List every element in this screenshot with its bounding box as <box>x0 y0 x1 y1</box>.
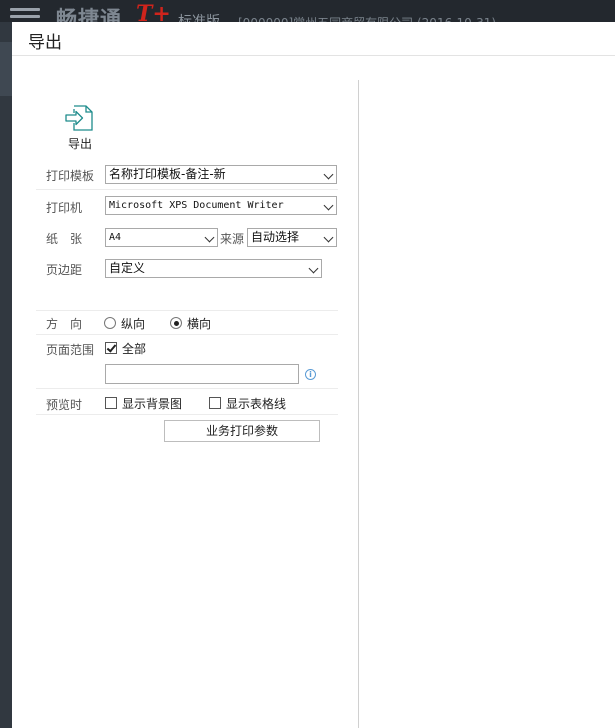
app-title: 畅捷通 <box>56 7 122 22</box>
chevron-down-icon <box>204 232 215 243</box>
preview-label: 预览时 <box>46 398 83 412</box>
orientation-portrait-radio[interactable] <box>104 317 116 329</box>
dialog-header: 导出 <box>12 22 615 56</box>
page-range-label: 页面范围 <box>46 343 95 357</box>
app-logo: T+ <box>136 1 171 22</box>
dialog-title: 导出 <box>28 33 62 53</box>
show-background-label[interactable]: 显示背景图 <box>122 395 182 412</box>
print-preview-area <box>360 80 615 728</box>
background-sidebar <box>0 22 12 728</box>
margin-select[interactable]: 自定义 <box>105 259 322 278</box>
page-range-input[interactable] <box>105 364 299 384</box>
row-divider <box>36 334 338 335</box>
source-label: 来源 <box>220 232 245 246</box>
source-select[interactable]: 自动选择 <box>247 228 337 247</box>
panel-divider <box>358 80 359 728</box>
printer-select-value: Microsoft XPS Document Writer <box>109 200 284 211</box>
row-divider <box>36 388 338 389</box>
printer-select[interactable]: Microsoft XPS Document Writer <box>105 196 337 215</box>
paper-label: 纸 张 <box>46 232 83 246</box>
company-info: [000000]常州五同商贸有限公司 (2016-10-31) <box>238 14 496 22</box>
printer-label: 打印机 <box>46 201 83 215</box>
menu-icon[interactable] <box>10 8 40 22</box>
show-grid-checkbox[interactable] <box>209 397 221 409</box>
app-edition: 标准版 <box>178 14 220 22</box>
margin-select-value: 自定义 <box>109 261 146 275</box>
export-icon <box>65 105 93 131</box>
export-button-label: 导出 <box>67 137 92 151</box>
orientation-landscape-label[interactable]: 横向 <box>187 315 211 332</box>
row-divider <box>36 310 338 311</box>
paper-select[interactable]: A4 <box>105 228 218 247</box>
template-label: 打印模板 <box>46 169 95 183</box>
chevron-down-icon <box>323 169 334 180</box>
chevron-down-icon <box>308 263 319 274</box>
export-button[interactable]: 导出 <box>62 104 98 156</box>
chevron-down-icon <box>323 232 334 243</box>
margin-label: 页边距 <box>46 263 83 277</box>
orientation-portrait-label[interactable]: 纵向 <box>121 315 145 332</box>
show-background-checkbox[interactable] <box>105 397 117 409</box>
paper-select-value: A4 <box>109 232 122 243</box>
business-print-params-button[interactable]: 业务打印参数 <box>164 420 320 442</box>
template-select-value: 名称打印模板-备注-新 <box>109 167 226 181</box>
orientation-label: 方 向 <box>46 317 83 331</box>
row-divider <box>36 189 338 190</box>
info-icon[interactable]: i <box>305 369 316 380</box>
template-select[interactable]: 名称打印模板-备注-新 <box>105 165 337 184</box>
page-range-all-checkbox[interactable] <box>105 342 117 354</box>
background-sidebar-tab <box>0 42 12 96</box>
orientation-landscape-radio[interactable] <box>170 317 182 329</box>
page-range-all-label[interactable]: 全部 <box>122 340 146 357</box>
app-header: 畅捷通 T+ 标准版 [000000]常州五同商贸有限公司 (2016-10-3… <box>0 0 615 22</box>
row-divider <box>36 414 338 415</box>
chevron-down-icon <box>323 200 334 211</box>
source-select-value: 自动选择 <box>251 230 300 244</box>
show-grid-label[interactable]: 显示表格线 <box>226 395 286 412</box>
export-dialog: 导出 导出 打印模板 名称打印模板-备注-新 打印机 Microsoft XPS… <box>12 22 615 728</box>
